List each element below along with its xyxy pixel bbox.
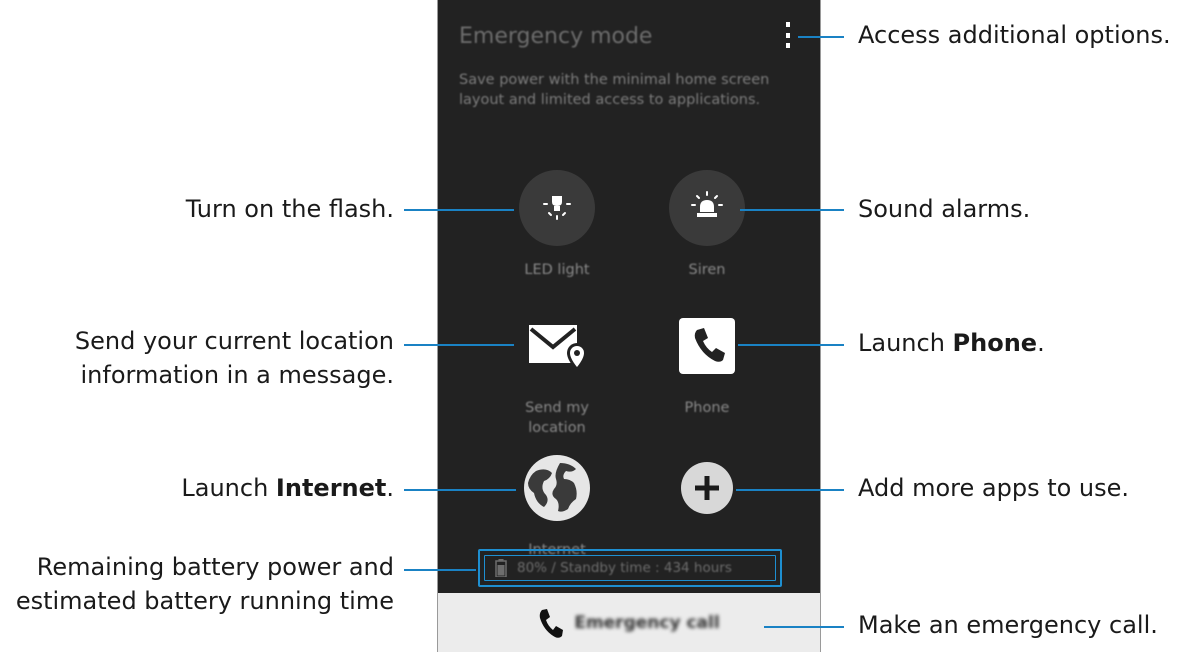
siren-icon	[669, 170, 745, 246]
app-label: Send my location	[525, 400, 589, 436]
battery-icon	[495, 559, 507, 577]
screen-title: Emergency mode	[459, 24, 653, 49]
callout-phone-prefix: Launch	[858, 329, 953, 357]
emergency-call-button[interactable]: Emergency call	[438, 593, 820, 652]
app-internet[interactable]: Internet	[492, 450, 622, 560]
callout-flash: Turn on the flash.	[185, 195, 394, 223]
globe-icon	[524, 455, 590, 521]
phone-icon	[679, 318, 735, 374]
callout-emergency-call: Make an emergency call.	[858, 611, 1158, 639]
app-phone[interactable]: Phone	[642, 308, 772, 418]
screen-description: Save power with the minimal home screen …	[459, 72, 770, 108]
callout-location: Send your current location information i…	[75, 324, 394, 392]
callout-line-phone	[738, 344, 844, 346]
send-location-icon	[529, 325, 587, 371]
add-app-button[interactable]	[642, 450, 772, 526]
battery-status-highlight: 80% / Standby time : 434 hours	[478, 549, 782, 587]
callout-line-internet	[404, 489, 516, 491]
flashlight-icon	[519, 170, 595, 246]
more-options-icon-dot	[786, 43, 790, 48]
callout-internet: Launch Internet.	[181, 471, 394, 505]
emergency-mode-annotated-screenshot: Emergency mode Save power with the minim…	[0, 0, 1189, 652]
callout-line-emergency-call	[764, 626, 844, 628]
callout-phone-app-name: Phone	[952, 329, 1038, 357]
app-siren[interactable]: Siren	[642, 170, 772, 280]
app-send-my-location[interactable]: Send my location	[492, 308, 622, 438]
callout-line-options	[798, 36, 844, 38]
callout-location-line2: information in a message.	[80, 361, 394, 389]
more-options-icon	[786, 22, 790, 27]
callout-alarms: Sound alarms.	[858, 195, 1031, 223]
add-icon	[681, 462, 733, 514]
callout-line-add-apps	[736, 489, 844, 491]
app-label: LED light	[524, 262, 590, 278]
app-led-light[interactable]: LED light	[492, 170, 622, 280]
callout-internet-app-name: Internet	[275, 474, 387, 502]
callout-line-alarms	[740, 209, 844, 211]
battery-status-text: 80% / Standby time : 434 hours	[517, 560, 732, 576]
callout-battery-line1: Remaining battery power and	[36, 553, 394, 581]
emergency-call-label: Emergency call	[574, 612, 720, 633]
callout-battery-line2: estimated battery running time	[15, 587, 394, 615]
callout-phone-suffix: .	[1037, 329, 1045, 357]
callout-line-battery	[404, 569, 476, 571]
callout-phone: Launch Phone.	[858, 326, 1045, 360]
callout-location-line1: Send your current location	[74, 327, 394, 355]
app-label: Siren	[688, 262, 726, 278]
more-options-icon-dot	[786, 32, 790, 38]
callout-internet-prefix: Launch	[181, 474, 276, 502]
phone-handset-icon	[540, 608, 564, 638]
callout-add-apps: Add more apps to use.	[858, 474, 1130, 502]
callout-line-location	[404, 344, 514, 346]
battery-status: 80% / Standby time : 434 hours	[484, 555, 776, 581]
more-options-button[interactable]	[779, 20, 797, 50]
callout-battery: Remaining battery power and estimated ba…	[16, 550, 394, 618]
callout-internet-suffix: .	[386, 474, 394, 502]
app-label: Phone	[684, 400, 730, 416]
phone-screen: Emergency mode Save power with the minim…	[437, 0, 821, 652]
callout-line-flash	[404, 209, 514, 211]
callout-options: Access additional options.	[858, 21, 1171, 49]
